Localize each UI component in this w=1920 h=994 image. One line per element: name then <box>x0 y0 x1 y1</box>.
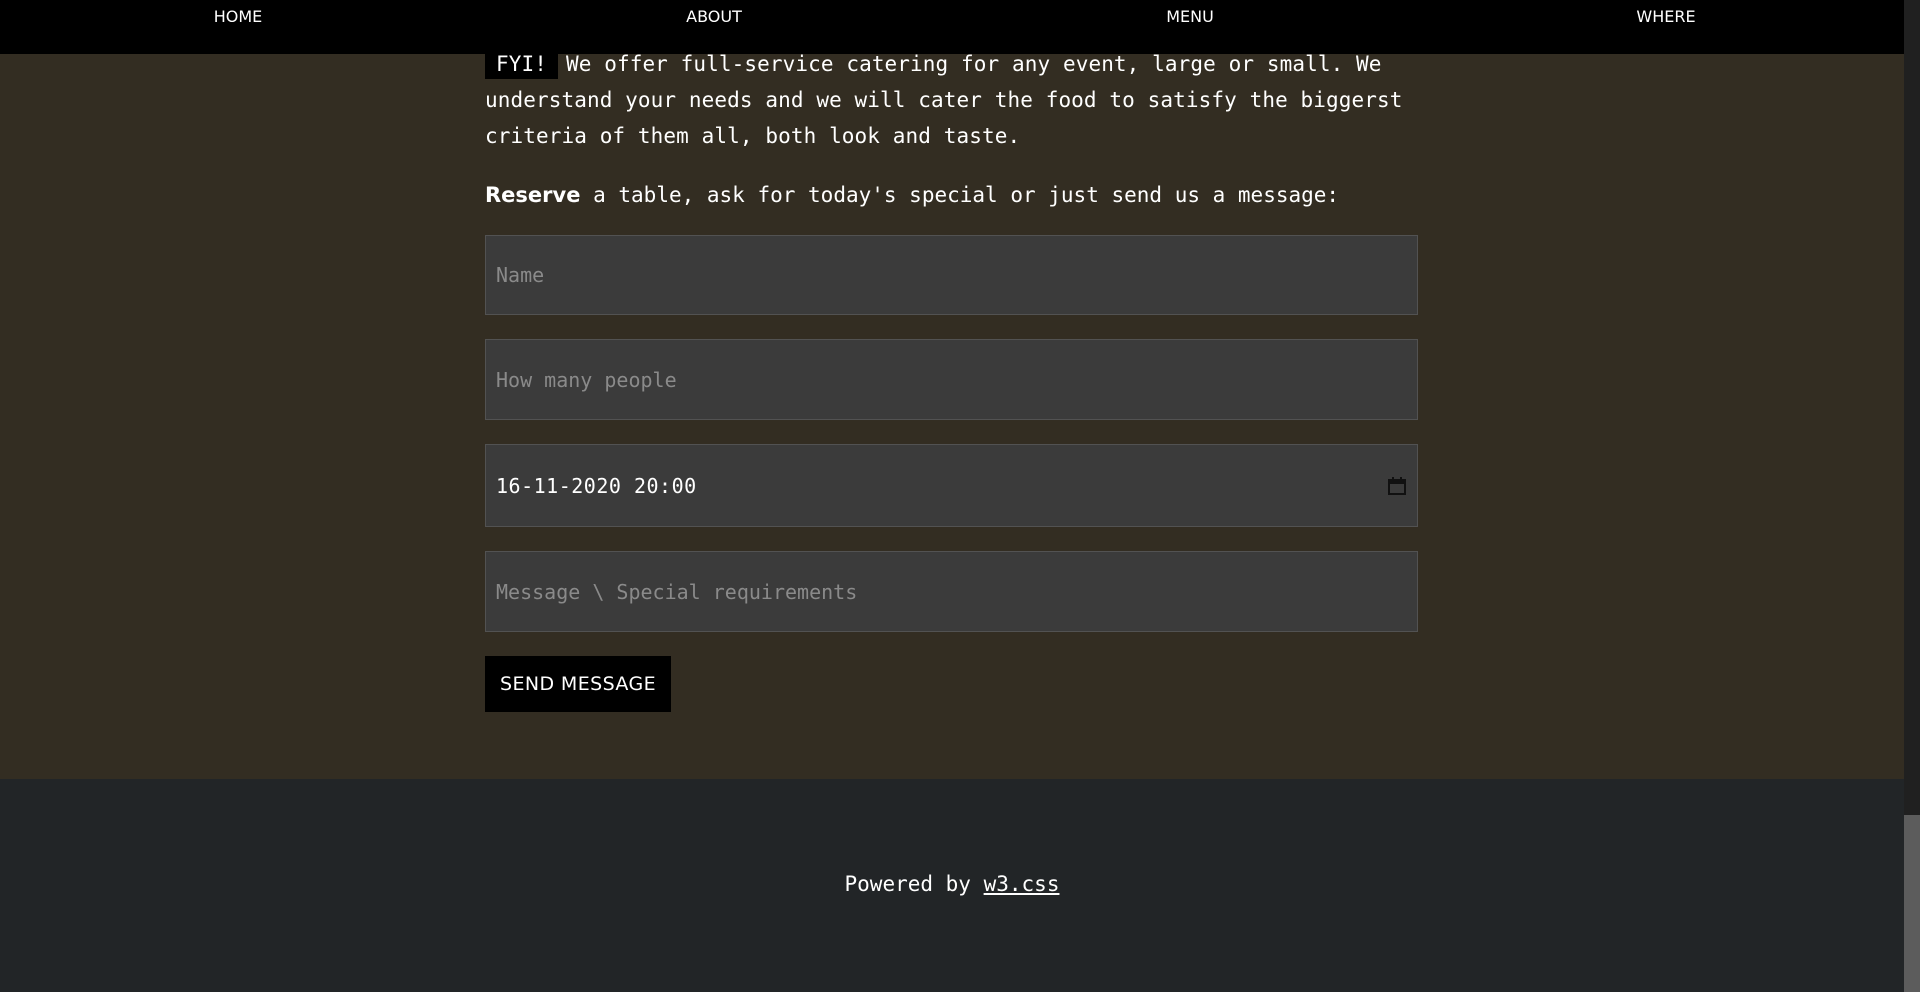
name-input[interactable] <box>485 235 1418 315</box>
reservation-section: FYI! We offer full-service catering for a… <box>0 0 1904 779</box>
reserve-paragraph: Reserve a table, ask for today's special… <box>485 177 1418 213</box>
reserve-bold-label: Reserve <box>485 183 581 207</box>
page-scrollbar[interactable] <box>1904 0 1920 992</box>
reserve-text: a table, ask for today's special or just… <box>593 183 1340 207</box>
send-message-button[interactable]: SEND MESSAGE <box>485 656 671 712</box>
calendar-icon[interactable] <box>1387 476 1407 496</box>
catering-paragraph: FYI! We offer full-service catering for a… <box>485 46 1418 154</box>
top-navbar: HOME ABOUT MENU WHERE <box>0 0 1904 54</box>
nav-item-home[interactable]: HOME <box>0 0 476 54</box>
nav-item-about[interactable]: ABOUT <box>476 0 952 54</box>
reservation-content: FYI! We offer full-service catering for a… <box>485 46 1418 712</box>
datetime-value: 16-11-2020 20:00 <box>496 473 697 498</box>
footer-credit: Powered by w3.css <box>0 872 1904 896</box>
people-count-input[interactable] <box>485 339 1418 420</box>
message-input[interactable] <box>485 551 1418 632</box>
nav-item-menu[interactable]: MENU <box>952 0 1428 54</box>
datetime-input[interactable]: 16-11-2020 20:00 <box>485 444 1418 527</box>
scrollbar-thumb[interactable] <box>1904 815 1920 992</box>
catering-text: We offer full-service catering for any e… <box>485 52 1403 148</box>
nav-item-where[interactable]: WHERE <box>1428 0 1904 54</box>
footer: Powered by w3.css <box>0 779 1904 992</box>
w3css-link[interactable]: w3.css <box>984 872 1060 896</box>
footer-prefix: Powered by <box>844 872 971 896</box>
